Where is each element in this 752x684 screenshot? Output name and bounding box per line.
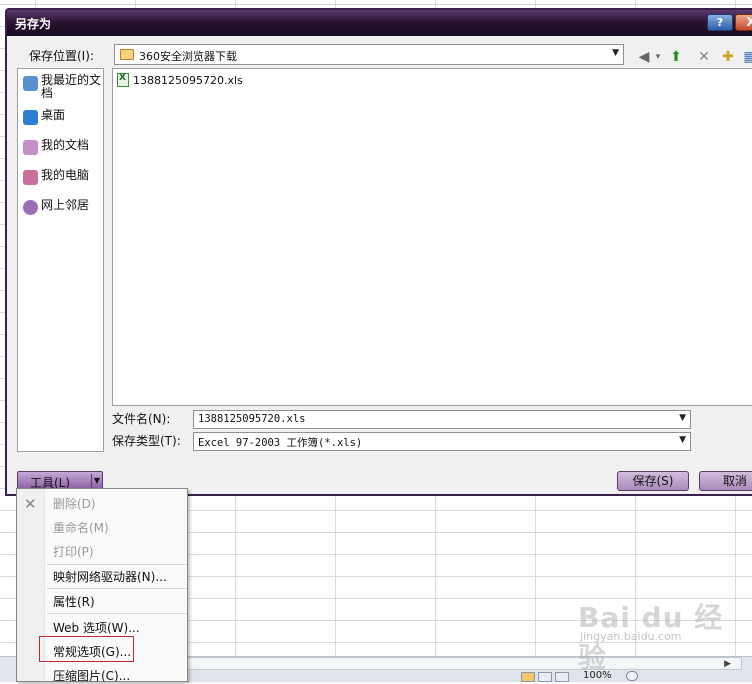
place-recent[interactable]: 我最近的文档 xyxy=(20,72,102,100)
excel-file-icon xyxy=(117,73,129,87)
menu-item-rename[interactable]: 重命名(M) xyxy=(53,519,109,536)
place-label: 桌面 xyxy=(41,108,66,122)
delete-icon: ✕ xyxy=(24,495,37,513)
chevron-down-icon[interactable]: ▼ xyxy=(679,435,686,445)
help-button[interactable]: ? xyxy=(707,14,733,31)
save-in-value: 360安全浏览器下载 xyxy=(139,50,237,63)
recent-docs-icon xyxy=(23,76,38,91)
places-bar: 我最近的文档 桌面 我的文档 我的电脑 网上邻居 xyxy=(17,68,104,452)
menu-item-map-drive[interactable]: 映射网络驱动器(N)... xyxy=(53,568,167,585)
menu-item-web-options[interactable]: Web 选项(W)... xyxy=(53,619,140,636)
new-folder-icon[interactable]: ✚ xyxy=(719,48,737,66)
menu-item-properties[interactable]: 属性(R) xyxy=(53,593,95,610)
close-button[interactable]: X xyxy=(735,14,752,31)
place-label: 我的文档 xyxy=(41,138,90,152)
back-dropdown-icon[interactable]: ▾ xyxy=(653,48,663,66)
save-in-dropdown[interactable]: 360安全浏览器下载 ▼ xyxy=(114,44,624,65)
menu-separator xyxy=(47,588,187,589)
menu-item-compress-pictures[interactable]: 压缩图片(C)... xyxy=(53,667,130,684)
page-break-view-icon[interactable] xyxy=(555,672,569,682)
network-icon xyxy=(23,200,38,215)
chevron-down-icon[interactable]: ▼ xyxy=(94,476,100,485)
chevron-down-icon[interactable]: ▼ xyxy=(612,48,619,58)
place-label: 我的电脑 xyxy=(41,168,90,182)
my-computer-icon xyxy=(23,170,38,185)
place-label: 网上邻居 xyxy=(41,198,90,212)
place-network[interactable]: 网上邻居 xyxy=(20,196,102,224)
filename-label: 文件名(N): xyxy=(112,412,171,426)
menu-item-delete[interactable]: 删除(D) xyxy=(53,495,96,512)
file-name: 1388125095720.xls xyxy=(133,74,243,87)
dialog-title: 另存为 xyxy=(15,17,52,31)
save-button[interactable]: 保存(S) xyxy=(617,471,689,491)
folder-icon xyxy=(120,49,134,60)
views-icon[interactable]: ▦ xyxy=(741,48,752,66)
up-folder-icon[interactable]: ⬆ xyxy=(667,48,685,66)
filetype-label: 保存类型(T): xyxy=(112,434,181,448)
my-documents-icon xyxy=(23,140,38,155)
filetype-value: Excel 97-2003 工作簿(*.xls) xyxy=(198,437,363,449)
chevron-down-icon[interactable]: ▼ xyxy=(679,413,686,423)
normal-view-icon[interactable] xyxy=(521,672,535,682)
tools-divider xyxy=(91,474,92,488)
save-as-dialog: 另存为 ? X 保存位置(I): 360安全浏览器下载 ▼ ◀ ▾ ⬆ ✕ ✚ … xyxy=(5,8,752,496)
watermark-url: jingyan.baidu.com xyxy=(580,630,682,643)
place-my-computer[interactable]: 我的电脑 xyxy=(20,166,102,194)
cancel-button[interactable]: 取消 xyxy=(699,471,752,491)
filetype-select[interactable]: Excel 97-2003 工作簿(*.xls) ▼ xyxy=(193,432,691,451)
menu-separator xyxy=(47,564,187,565)
place-desktop[interactable]: 桌面 xyxy=(20,106,102,134)
menu-item-print[interactable]: 打印(P) xyxy=(53,543,94,560)
delete-icon[interactable]: ✕ xyxy=(695,48,713,66)
place-my-documents[interactable]: 我的文档 xyxy=(20,136,102,164)
menu-separator xyxy=(47,613,187,614)
general-options-highlight xyxy=(39,636,134,662)
place-label: 我最近的文档 xyxy=(41,73,102,100)
filename-value: 1388125095720.xls xyxy=(198,413,306,425)
save-in-label: 保存位置(I): xyxy=(29,49,94,63)
file-list[interactable]: 1388125095720.xls xyxy=(112,68,752,406)
dialog-titlebar[interactable]: 另存为 ? X xyxy=(7,10,752,36)
desktop-icon xyxy=(23,110,38,125)
page-layout-view-icon[interactable] xyxy=(538,672,552,682)
back-icon[interactable]: ◀ xyxy=(635,48,653,66)
filename-input[interactable]: 1388125095720.xls ▼ xyxy=(193,410,691,429)
